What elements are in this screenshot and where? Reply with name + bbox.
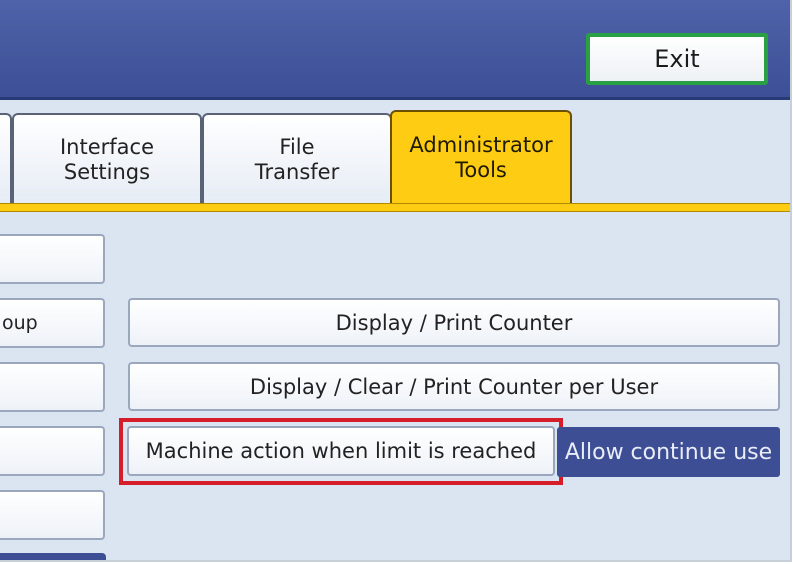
- left-menu-selected-button[interactable]: [0, 553, 106, 560]
- left-menu-button-5[interactable]: [0, 490, 105, 540]
- tab-administrator-tools[interactable]: Administrator Tools: [390, 110, 572, 204]
- machine-action-when-limit-reached-button[interactable]: Machine action when limit is reached: [127, 426, 555, 476]
- tab-partial-left[interactable]: [0, 113, 12, 204]
- exit-button[interactable]: Exit: [586, 33, 768, 85]
- header-bar: Exit: [0, 0, 790, 100]
- left-menu-button-1[interactable]: [0, 234, 105, 284]
- tab-file-transfer[interactable]: File Transfer: [202, 113, 392, 204]
- left-menu-button-2[interactable]: oup: [0, 298, 105, 348]
- display-clear-print-counter-per-user-button[interactable]: Display / Clear / Print Counter per User: [128, 362, 780, 411]
- settings-panel: Exit Interface Settings File Transfer Ad…: [0, 0, 792, 562]
- left-menu-button-2-label: oup: [2, 312, 38, 334]
- tab-underline: [0, 203, 790, 212]
- left-menu-button-3[interactable]: [0, 362, 105, 412]
- display-print-counter-button[interactable]: Display / Print Counter: [128, 298, 780, 347]
- tab-interface-settings[interactable]: Interface Settings: [12, 113, 202, 204]
- machine-action-current-value: Allow continue use: [557, 427, 780, 477]
- left-menu-button-4[interactable]: [0, 426, 105, 476]
